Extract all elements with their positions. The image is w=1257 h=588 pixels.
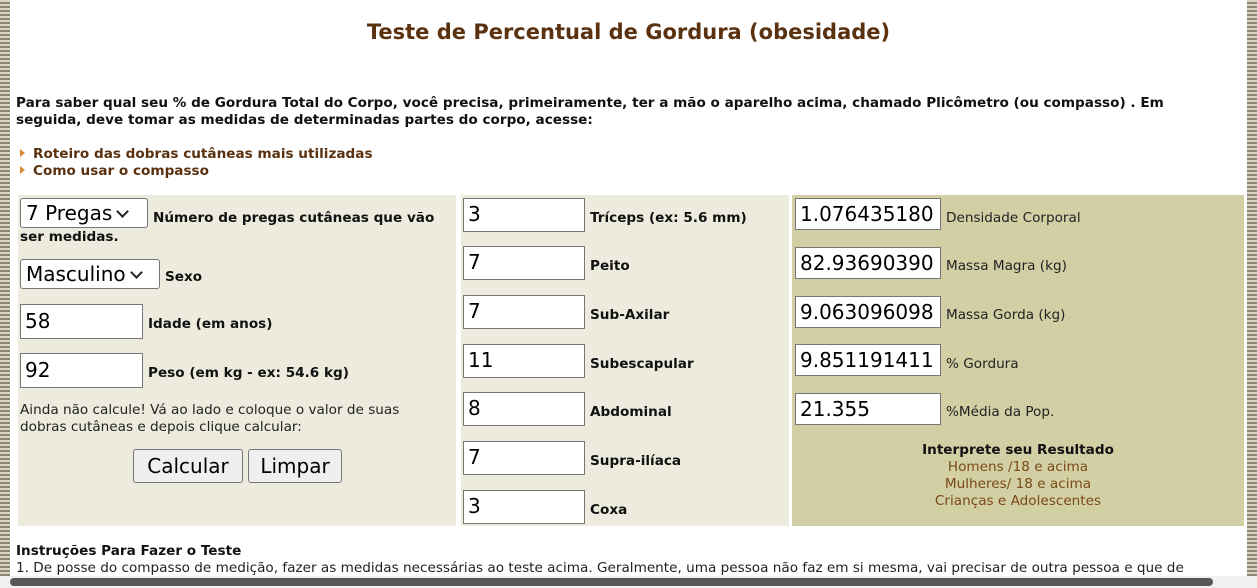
population-average-label: %Média da Pop. <box>946 404 1055 420</box>
age-input[interactable]: 58 <box>20 304 143 339</box>
fat-mass-output[interactable]: 9.063096098 <box>795 296 941 328</box>
left-border-pattern <box>0 0 10 588</box>
link-compasso-label: Como usar o compasso <box>33 163 209 179</box>
skinfold-panel: 3 Tríceps (ex: 5.6 mm) 7 Peito 7 Sub-Axi… <box>461 195 789 526</box>
lean-mass-output[interactable]: 82.93690390 <box>795 247 941 279</box>
horizontal-scrollbar[interactable] <box>0 576 1257 588</box>
link-compasso[interactable]: Como usar o compasso <box>20 163 209 179</box>
chest-input[interactable]: 7 <box>463 246 585 280</box>
sex-select[interactable]: Masculino <box>20 259 160 289</box>
bullet-arrow-icon <box>20 149 25 157</box>
weight-label: Peso (em kg - ex: 54.6 kg) <box>148 365 349 381</box>
sex-label: Sexo <box>165 269 203 285</box>
subaxillary-input[interactable]: 7 <box>463 295 585 329</box>
abdominal-input[interactable]: 8 <box>463 392 585 426</box>
weight-input[interactable]: 92 <box>20 353 143 388</box>
thigh-input[interactable]: 3 <box>463 490 585 524</box>
calc-note: Ainda não calcule! Vá ao lado e coloque … <box>20 402 400 435</box>
fat-percent-label: % Gordura <box>946 356 1019 372</box>
thigh-label: Coxa <box>590 502 628 518</box>
instructions-text: 1. De posse do compasso de medição, faze… <box>16 560 1184 576</box>
abdominal-label: Abdominal <box>590 404 672 420</box>
scrollbar-thumb[interactable] <box>10 578 1213 586</box>
chevron-down-icon <box>129 266 143 279</box>
page-content: Teste de Percentual de Gordura (obesidad… <box>10 0 1247 588</box>
folds-label: Número de pregas cutâneas que vão ser me… <box>20 210 435 245</box>
age-label: Idade (em anos) <box>148 316 273 332</box>
interpret-title: Interprete seu Resultado <box>922 442 1114 458</box>
calculate-button[interactable]: Calcular <box>133 449 243 483</box>
link-women[interactable]: Mulheres/ 18 e acima <box>792 476 1244 492</box>
subscapular-input[interactable]: 11 <box>463 344 585 378</box>
link-roteiro[interactable]: Roteiro das dobras cutâneas mais utiliza… <box>20 146 373 162</box>
instructions-title: Instruções Para Fazer o Teste <box>16 543 242 559</box>
page-title: Teste de Percentual de Gordura (obesidad… <box>366 20 891 44</box>
triceps-input[interactable]: 3 <box>463 198 585 232</box>
density-label: Densidade Corporal <box>946 210 1081 226</box>
suprailiac-label: Supra-ilíaca <box>590 453 682 469</box>
chest-label: Peito <box>590 258 630 274</box>
personal-data-panel: 7 Pregas Número de pregas cutâneas que v… <box>18 195 456 526</box>
sex-select-value: Masculino <box>26 262 126 286</box>
density-output[interactable]: 1.076435180 <box>795 198 941 230</box>
intro-text: Para saber qual seu % de Gordura Total d… <box>16 95 1164 128</box>
subscapular-label: Subescapular <box>590 356 694 372</box>
link-children[interactable]: Crianças e Adolescentes <box>792 493 1244 509</box>
subaxillary-label: Sub-Axilar <box>590 307 670 323</box>
results-panel: 1.076435180 Densidade Corporal 82.936903… <box>792 195 1244 526</box>
triceps-label: Tríceps (ex: 5.6 mm) <box>590 210 747 226</box>
suprailiac-input[interactable]: 7 <box>463 441 585 475</box>
right-border-pattern <box>1247 0 1257 588</box>
link-roteiro-label: Roteiro das dobras cutâneas mais utiliza… <box>33 146 373 162</box>
population-average-output[interactable]: 21.355 <box>795 393 941 425</box>
bullet-arrow-icon <box>20 166 25 174</box>
fat-percent-output[interactable]: 9.851191411 <box>795 344 941 376</box>
lean-mass-label: Massa Magra (kg) <box>946 258 1067 274</box>
link-men[interactable]: Homens /18 e acima <box>792 459 1244 475</box>
clear-button[interactable]: Limpar <box>248 449 342 483</box>
fat-mass-label: Massa Gorda (kg) <box>946 307 1066 323</box>
